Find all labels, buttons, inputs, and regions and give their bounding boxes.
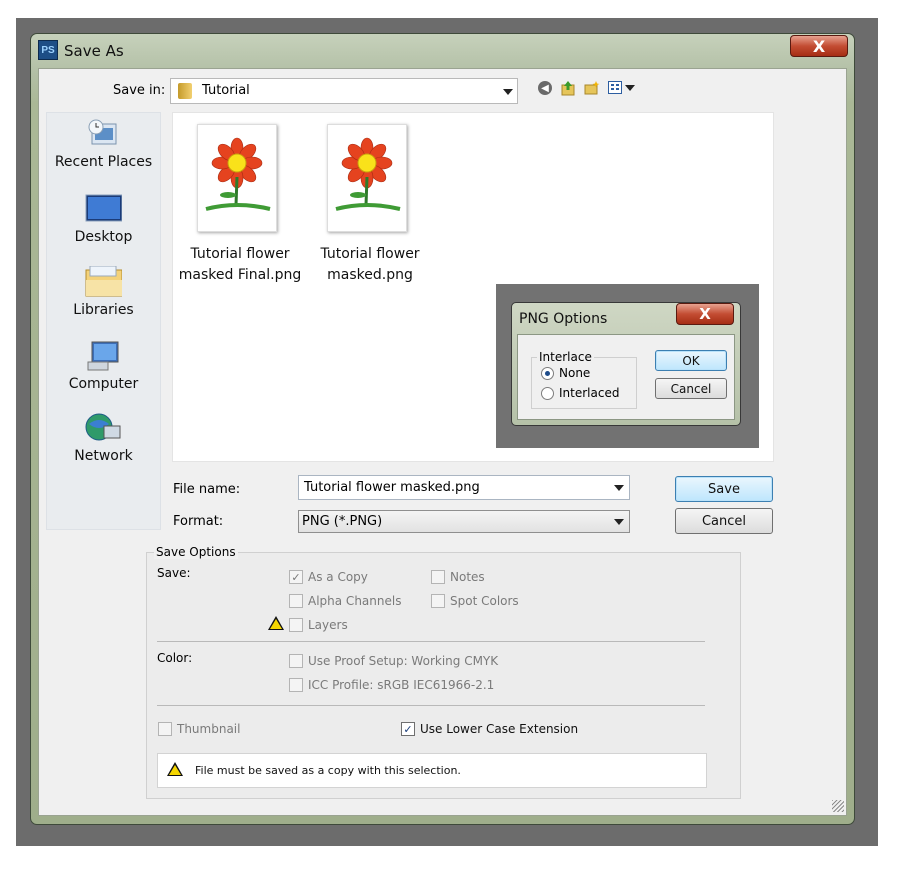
flower-image-icon [205, 137, 271, 211]
use-proof-setup-label: Use Proof Setup: Working CMYK [308, 654, 499, 668]
png-ok-button[interactable]: OK [655, 350, 727, 371]
photoshop-app-icon: PS [38, 40, 58, 60]
format-value: PNG (*.PNG) [302, 514, 383, 529]
window-close-button[interactable]: X [790, 35, 848, 57]
folder-icon [178, 83, 192, 99]
view-dropdown-chevron-icon[interactable] [625, 85, 635, 91]
color-label: Color: [157, 651, 193, 665]
window-title: Save As [64, 42, 124, 60]
save-in-value: Tutorial [202, 83, 250, 98]
new-folder-icon[interactable] [584, 80, 600, 96]
layers-checkbox[interactable] [289, 618, 303, 632]
place-computer[interactable]: Computer [46, 340, 161, 392]
divider [157, 641, 705, 642]
png-cancel-button[interactable]: Cancel [655, 378, 727, 399]
use-lower-case-extension-label: Use Lower Case Extension [420, 722, 579, 736]
thumbnail-checkbox[interactable] [158, 722, 172, 736]
alpha-channels-checkbox[interactable] [289, 594, 303, 608]
view-menu-icon[interactable] [608, 81, 622, 94]
save-in-label: Save in: [113, 83, 166, 98]
notes-label: Notes [450, 570, 485, 584]
thumbnail-label: Thumbnail [177, 722, 241, 736]
use-proof-setup-checkbox[interactable] [289, 654, 303, 668]
place-label: Libraries [73, 302, 134, 318]
radio-none-label: None [559, 366, 591, 380]
format-label: Format: [173, 514, 224, 529]
cancel-button[interactable]: Cancel [675, 508, 773, 534]
use-lower-case-extension-checkbox[interactable]: ✓ [401, 722, 415, 736]
desktop-icon [85, 194, 123, 222]
place-label: Computer [68, 376, 139, 392]
radio-interlaced-label: Interlaced [559, 386, 620, 400]
flower-image-icon [335, 137, 401, 211]
file-name-label: File name: [173, 482, 241, 497]
radio-interlaced[interactable] [541, 387, 554, 400]
notes-checkbox[interactable] [431, 570, 445, 584]
back-arrow-icon[interactable]: ◀ [538, 81, 552, 95]
alpha-channels-label: Alpha Channels [308, 594, 402, 608]
place-network[interactable]: Network [46, 412, 161, 464]
places-bar [46, 112, 161, 530]
file-name-value: Tutorial flower masked.png [304, 480, 480, 495]
as-a-copy-label: As a Copy [308, 570, 368, 584]
save-button[interactable]: Save [675, 476, 773, 502]
warning-message: File must be saved as a copy with this s… [195, 764, 461, 777]
computer-icon [87, 341, 119, 371]
as-a-copy-checkbox[interactable]: ✓ [289, 570, 303, 584]
file-name-item[interactable]: Tutorial flower masked.png [302, 244, 438, 286]
up-folder-icon[interactable] [561, 80, 575, 96]
file-thumbnail[interactable] [327, 124, 407, 232]
file-thumbnail[interactable] [197, 124, 277, 232]
place-recent-places[interactable]: Recent Places [46, 118, 161, 170]
format-chevron-icon[interactable] [614, 519, 624, 525]
interlace-label: Interlace [537, 350, 594, 364]
resize-grip-icon[interactable] [832, 800, 844, 812]
layers-label: Layers [308, 618, 348, 632]
place-desktop[interactable]: Desktop [46, 193, 161, 245]
png-options-close-button[interactable]: X [676, 303, 734, 325]
place-label: Desktop [74, 229, 133, 245]
libraries-icon [85, 265, 123, 297]
file-name-chevron-icon[interactable] [614, 485, 624, 491]
divider [157, 705, 705, 706]
icc-profile-label: ICC Profile: sRGB IEC61966-2.1 [308, 678, 495, 692]
warning-icon [268, 616, 284, 630]
recent-places-icon [88, 119, 117, 145]
network-icon [85, 413, 121, 441]
png-options-title: PNG Options [519, 311, 608, 327]
spot-colors-label: Spot Colors [450, 594, 519, 608]
place-label: Recent Places [54, 154, 153, 170]
place-libraries[interactable]: Libraries [46, 265, 161, 318]
place-label: Network [74, 448, 133, 464]
icc-profile-checkbox[interactable] [289, 678, 303, 692]
warning-icon [167, 762, 183, 776]
save-label: Save: [157, 566, 191, 580]
file-name-item[interactable]: Tutorial flower masked Final.png [172, 244, 308, 286]
radio-none[interactable] [541, 367, 554, 380]
save-options-title: Save Options [154, 545, 238, 559]
spot-colors-checkbox[interactable] [431, 594, 445, 608]
interlace-groupbox [531, 357, 637, 409]
chevron-down-icon[interactable] [503, 89, 513, 95]
